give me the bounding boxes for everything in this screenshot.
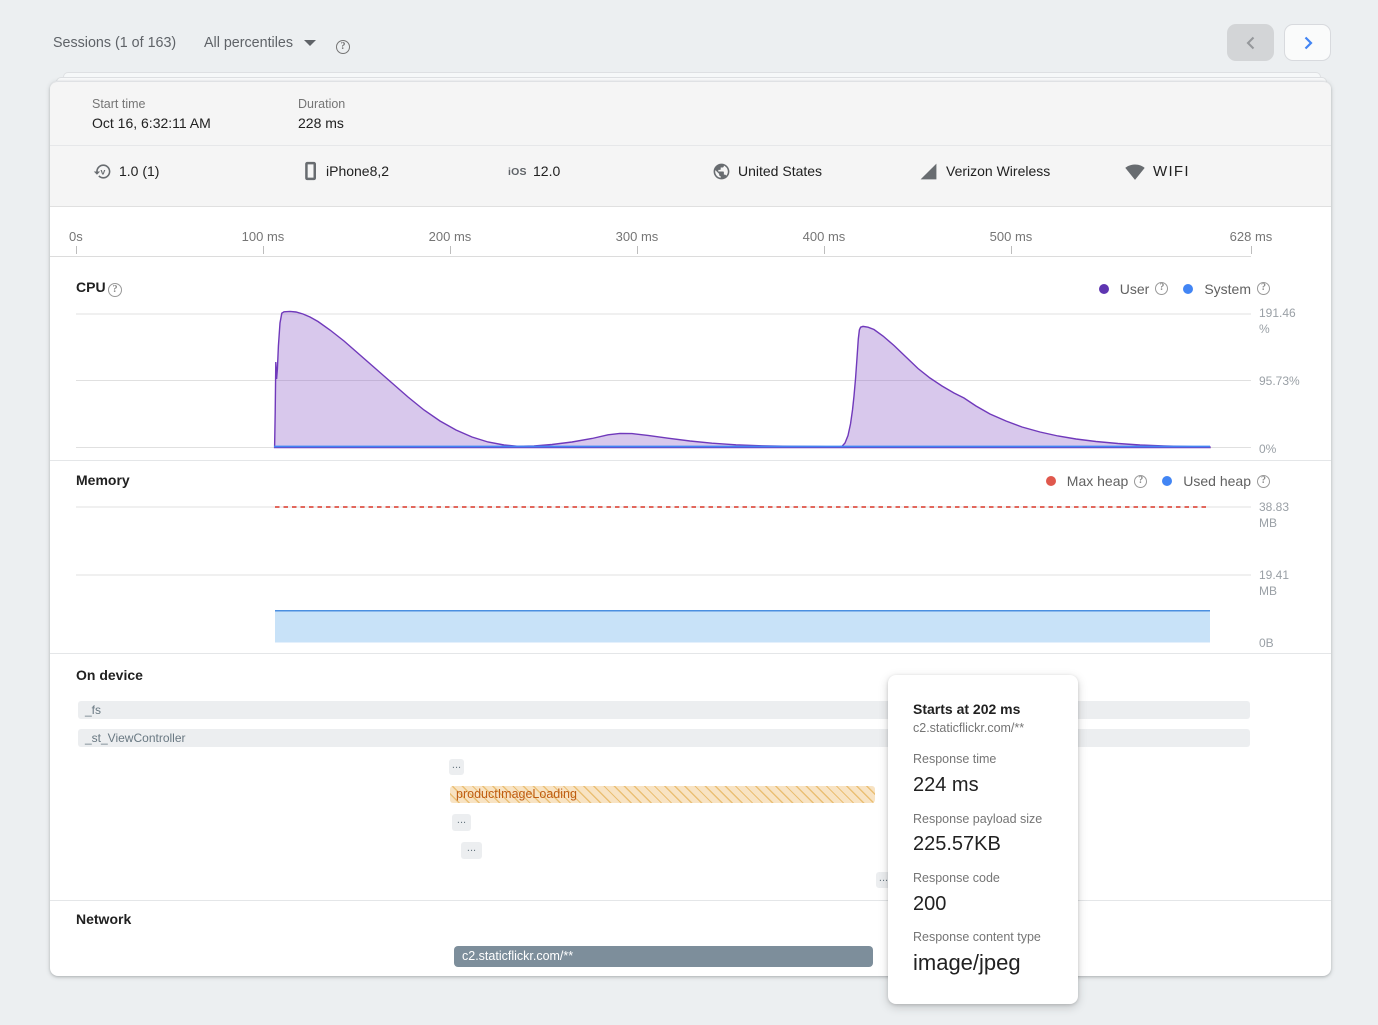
svg-text:v: v bbox=[101, 167, 106, 177]
